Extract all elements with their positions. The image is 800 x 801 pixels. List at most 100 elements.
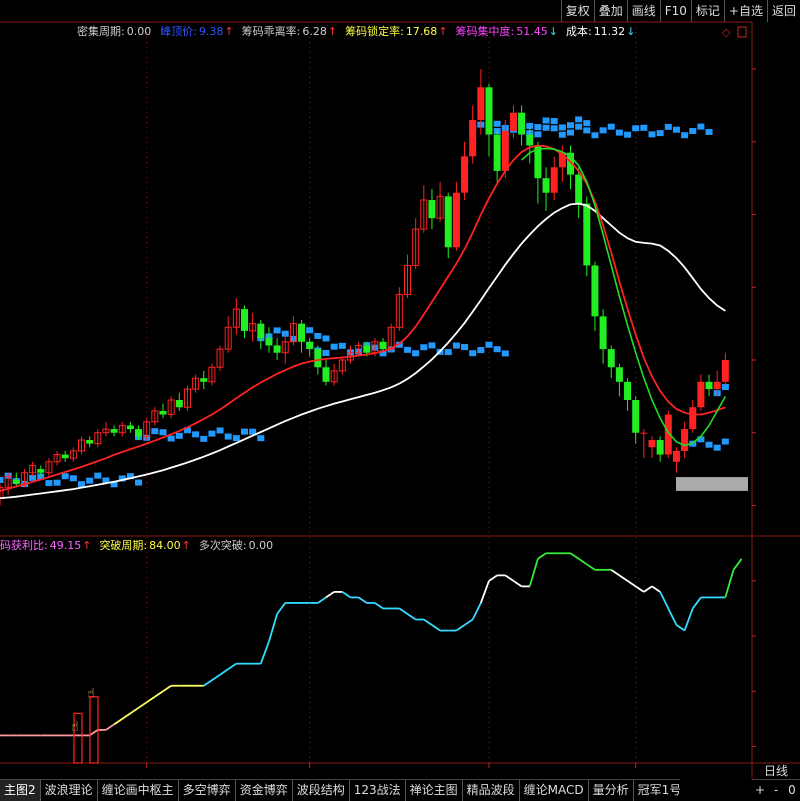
chip-block (542, 117, 550, 124)
sub-series-segment (578, 558, 588, 566)
sub-series-segment (113, 718, 123, 726)
chip-block (567, 129, 574, 136)
candle-body (591, 265, 599, 317)
indicator-tab[interactable]: 量分析 (589, 780, 634, 801)
candle-body (298, 323, 306, 342)
chip-block (306, 327, 314, 334)
chip-block (591, 132, 599, 139)
candle-body (444, 196, 452, 248)
candle-body (363, 345, 371, 353)
sub-series-segment (480, 580, 490, 604)
chip-block (452, 342, 460, 349)
candle-body (526, 134, 534, 146)
indicator-tab[interactable]: 禅论主图 (406, 780, 463, 801)
indicator-tab[interactable]: 波浪理论 (41, 780, 98, 801)
stock-chart: ☝☝ ◇ 密集周期: 0.00 峰顶价: 9.38 ↑ 筹码乖离率: 6.28 ↑ 筹码锁定率:… (0, 21, 800, 779)
candle-body (110, 429, 118, 433)
chip-block (632, 125, 640, 132)
chip-block (640, 124, 648, 131)
chip-block (61, 473, 69, 480)
sub-series-segment (138, 701, 148, 709)
chip-block (273, 327, 281, 334)
sub-series-segment (732, 558, 743, 571)
candle-body (648, 440, 656, 448)
period-control[interactable]: + (752, 780, 768, 801)
indicator-tab[interactable]: 123战法 (350, 780, 406, 801)
chip-block (550, 118, 558, 125)
chip-block (175, 432, 183, 439)
diamond-icon: ◇ (722, 26, 731, 39)
period-control[interactable]: 0 (784, 780, 800, 801)
candle-body (37, 469, 45, 473)
period-control[interactable]: - (768, 780, 784, 801)
chip-block (542, 124, 550, 131)
chip-block (501, 350, 509, 357)
chip-block (86, 477, 94, 484)
candle-body (575, 174, 583, 204)
indicator-value: 9.38 (199, 25, 224, 38)
indicator-arrow: ↑ (82, 539, 91, 552)
chip-block (558, 131, 566, 138)
indicator-tab[interactable]: 多空博弈 (179, 780, 236, 801)
candle-body (265, 338, 273, 346)
candle-body (12, 480, 20, 484)
sub-series-segment (512, 580, 523, 588)
indicator-label: 码获利比: (0, 539, 48, 552)
indicator-value: 0.00 (127, 25, 152, 38)
chip-block (404, 346, 411, 353)
hand-pointer-icon: ☝ (87, 686, 95, 701)
indicator-tab[interactable]: 波段结构 (293, 780, 350, 801)
candle-body (599, 316, 607, 350)
indicator-tab[interactable]: 缠论画中枢主 (98, 780, 179, 801)
indicator-tabs: 主图2 波浪理论 缠论画中枢主 多空博弈 资金博弈 波段结构 123战法 禅论主图 精品波段 缠论… (0, 779, 680, 801)
indicator-tab[interactable]: 资金博弈 (236, 780, 293, 801)
chip-block (232, 435, 240, 442)
chip-block (444, 349, 452, 356)
chip-block (241, 428, 248, 435)
chip-block (192, 431, 200, 438)
candle-body (86, 440, 94, 444)
candle-body (126, 425, 134, 430)
sub-series-segment (398, 607, 409, 615)
sub-series-segment (537, 552, 547, 560)
chip-block (615, 129, 623, 136)
indicator-value: 17.68 (406, 25, 438, 38)
chip-block (322, 335, 330, 342)
candle-body (672, 450, 680, 462)
chip-block (428, 342, 436, 349)
chip-block (721, 438, 729, 445)
chip-block (607, 123, 615, 130)
indicator-tab[interactable]: 主图2 (0, 780, 41, 801)
chip-block (567, 122, 574, 129)
candle-body (159, 410, 167, 415)
chip-block (599, 127, 607, 134)
chip-block (575, 123, 583, 130)
indicator-arrow: ↑ (328, 25, 337, 38)
sub-series-segment (610, 569, 620, 577)
chip-block (338, 342, 346, 349)
chip-block (69, 475, 77, 482)
candle-body (257, 323, 265, 339)
sub-series-segment (528, 558, 539, 587)
chip-block (330, 343, 338, 350)
chip-block (94, 472, 102, 479)
chip-block (705, 441, 713, 448)
chip-block (151, 428, 159, 435)
period-controls: + -0 (752, 779, 800, 801)
indicator-tab[interactable]: 精品波段 (463, 780, 520, 801)
chip-block (135, 479, 143, 486)
indicator-tab[interactable]: 缠论MACD (520, 780, 589, 801)
candle-body (379, 341, 387, 350)
period-label[interactable]: 日线 (752, 763, 800, 779)
range-box (676, 477, 748, 491)
sub-indicator-plot: ☝☝ (0, 552, 743, 764)
sub-series-segment (423, 618, 433, 626)
chip-block (167, 435, 175, 442)
chip-block (583, 127, 591, 134)
sub-series-segment (89, 729, 99, 737)
indicator-value: 0.00 (249, 539, 274, 552)
candle-body (624, 381, 632, 400)
chip-block (648, 131, 656, 138)
chip-block (689, 127, 697, 134)
indicator-tab[interactable]: 冠军1号分时副 (634, 780, 680, 801)
